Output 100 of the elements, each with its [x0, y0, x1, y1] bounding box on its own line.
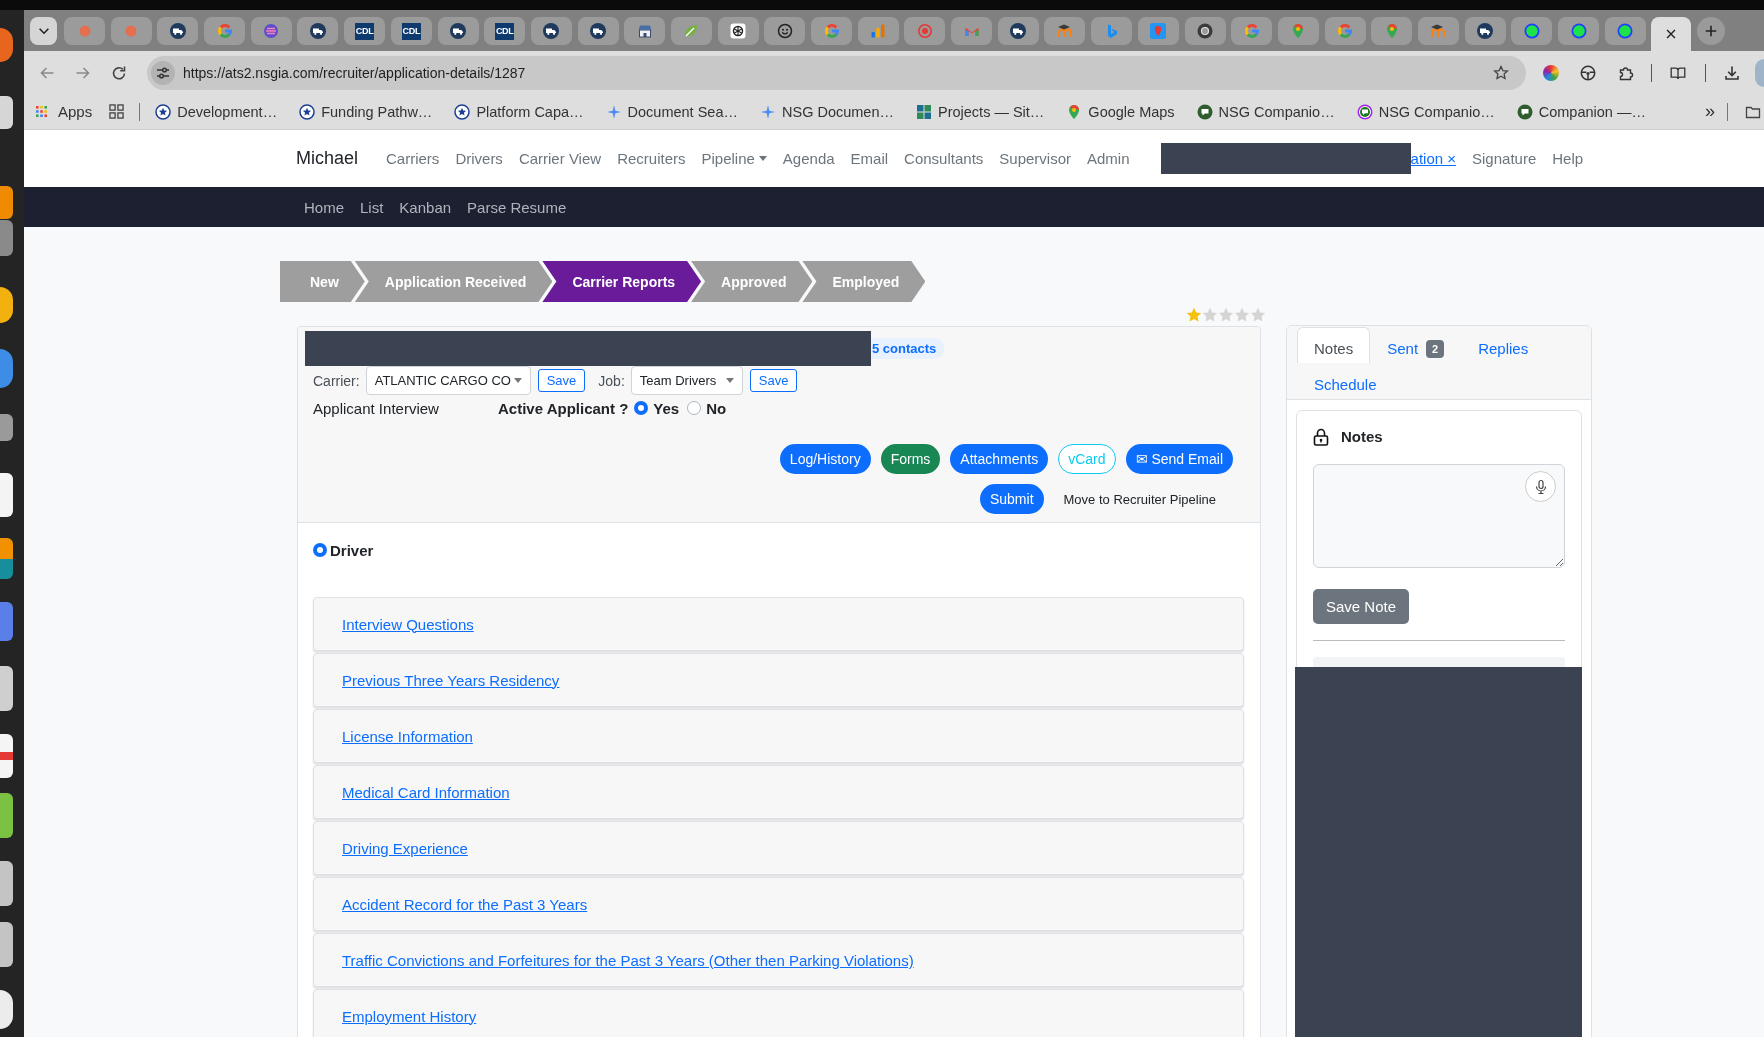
nav-link[interactable]: Supervisor: [991, 150, 1079, 167]
tab-search-button[interactable]: [30, 17, 57, 45]
browser-tab[interactable]: CDL: [344, 17, 386, 45]
browser-tab[interactable]: CDL: [390, 17, 432, 45]
tab-groups-icon[interactable]: [109, 104, 125, 119]
section-link[interactable]: Accident Record for the Past 3 Years: [342, 895, 588, 913]
app-icon[interactable]: [0, 734, 13, 778]
pipeline-step[interactable]: Carrier Reports: [542, 261, 702, 302]
star-rating[interactable]: [1186, 307, 1266, 323]
section-link[interactable]: Employment History: [342, 1007, 477, 1025]
save-button[interactable]: Save: [749, 369, 798, 392]
bookmark-link[interactable]: Development…: [155, 103, 278, 120]
app-icon[interactable]: [0, 287, 13, 323]
bookmark-link[interactable]: NSG Companio…: [1356, 103, 1495, 120]
move-to-pipeline-button[interactable]: Move to Recruiter Pipeline: [1046, 491, 1233, 507]
radio-button[interactable]: [687, 401, 702, 415]
app-icon[interactable]: [0, 414, 13, 441]
radio-label[interactable]: No: [706, 399, 727, 417]
app-icon[interactable]: [0, 473, 13, 517]
nav-link[interactable]: Parse Resume: [459, 198, 575, 216]
nav-link[interactable]: List: [352, 198, 392, 216]
star-icon[interactable]: [1234, 307, 1250, 323]
notes-field[interactable]: [1313, 464, 1565, 568]
submit-button[interactable]: Submit: [979, 484, 1044, 514]
nav-link[interactable]: Kanban: [391, 198, 460, 216]
bookmark-link[interactable]: NSG Documen…: [760, 103, 894, 120]
nav-dropdown[interactable]: Pipeline: [693, 150, 775, 167]
section-link[interactable]: Interview Questions: [342, 615, 474, 633]
job-select[interactable]: Team Drivers: [630, 366, 743, 395]
puzzle-icon[interactable]: [1618, 64, 1634, 81]
nav-link[interactable]: Agenda: [774, 150, 843, 167]
browser-tab[interactable]: [717, 17, 759, 45]
save-button[interactable]: Save: [537, 369, 586, 392]
panel-tab[interactable]: Notes: [1297, 327, 1371, 363]
nav-link[interactable]: Email: [842, 150, 897, 167]
section-link[interactable]: Previous Three Years Residency: [342, 671, 560, 689]
brand-name[interactable]: Michael: [296, 148, 359, 169]
site-settings-icon[interactable]: [151, 60, 175, 85]
nav-link[interactable]: Signature: [1464, 150, 1545, 167]
bookmark-link[interactable]: NSG Companio…: [1196, 103, 1335, 120]
star-icon[interactable]: [1202, 307, 1218, 323]
radio-button[interactable]: [313, 543, 327, 557]
address-bar[interactable]: https://ats2.nsgia.com/recruiter/application-details/1287: [147, 55, 1526, 90]
pipeline-step[interactable]: Employed: [802, 261, 926, 302]
panel-tab[interactable]: Schedule: [1297, 363, 1394, 399]
bookmark-link[interactable]: Document Sea…: [605, 103, 738, 120]
radio-label[interactable]: Driver: [330, 541, 374, 559]
pipeline-step[interactable]: Application Received: [354, 261, 553, 302]
app-icon[interactable]: [0, 538, 13, 579]
star-icon[interactable]: [1250, 307, 1266, 323]
download-icon[interactable]: [1724, 64, 1740, 81]
nav-link[interactable]: Carriers: [378, 150, 448, 167]
nav-link[interactable]: Drivers: [447, 150, 511, 167]
section-link[interactable]: License Information: [342, 727, 473, 745]
steering-wheel-icon[interactable]: [1580, 64, 1596, 81]
action-button[interactable]: ✉ Send Email: [1125, 444, 1233, 474]
bookmark-link[interactable]: Companion —…: [1516, 103, 1646, 120]
save-note-button[interactable]: Save Note: [1313, 589, 1410, 624]
reload-icon[interactable]: [111, 64, 127, 81]
bookmark-link[interactable]: Platform Capa…: [454, 103, 584, 120]
section-link[interactable]: Traffic Convictions and Forfeitures for the Past 3 Years (Other then Parking Violations): [342, 951, 914, 969]
new-tab-button[interactable]: [1697, 17, 1726, 45]
browser-tab[interactable]: [530, 17, 572, 45]
app-icon[interactable]: [0, 990, 13, 1029]
carrier-select[interactable]: ATLANTIC CARGO CO: [365, 366, 531, 395]
bookmark-link[interactable]: Funding Pathw…: [299, 103, 433, 120]
app-icon[interactable]: [0, 186, 13, 219]
section-link[interactable]: Medical Card Information: [342, 783, 510, 801]
star-icon[interactable]: [1186, 307, 1202, 323]
apps-link[interactable]: Apps: [36, 103, 93, 120]
browser-tab[interactable]: [577, 17, 619, 45]
panel-tab[interactable]: Replies: [1461, 327, 1546, 363]
bookmark-link[interactable]: Projects — Sit…: [916, 103, 1045, 120]
action-button[interactable]: Forms: [880, 444, 941, 474]
browser-tab[interactable]: [437, 17, 479, 45]
nav-link[interactable]: Recruiters: [609, 150, 694, 167]
browser-tab[interactable]: CDL: [484, 17, 526, 45]
bookmark-link[interactable]: Google Maps: [1066, 103, 1175, 120]
bookmark-star-icon[interactable]: [1493, 64, 1509, 81]
nav-link[interactable]: Help: [1544, 150, 1592, 167]
panel-tab[interactable]: Sent 2: [1370, 327, 1462, 363]
nav-link[interactable]: Home: [296, 198, 352, 216]
action-button[interactable]: Log/History: [779, 444, 871, 474]
pipeline-step[interactable]: Approved: [691, 261, 813, 302]
browser-tab[interactable]: [1184, 17, 1226, 45]
section-link[interactable]: Driving Experience: [342, 839, 468, 857]
nav-link[interactable]: Admin: [1079, 150, 1138, 167]
browser-tab[interactable]: [1464, 17, 1506, 45]
star-icon[interactable]: [1218, 307, 1234, 323]
nav-link[interactable]: ation ×: [1410, 150, 1464, 167]
pipeline-step[interactable]: New: [280, 261, 365, 302]
app-icon[interactable]: [0, 96, 13, 129]
browser-tab[interactable]: [997, 17, 1039, 45]
action-button[interactable]: Attachments: [950, 444, 1049, 474]
nav-link[interactable]: Carrier View: [510, 150, 610, 167]
nav-link[interactable]: Consultants: [896, 150, 992, 167]
more-bookmarks-button[interactable]: »: [1705, 101, 1715, 122]
browser-tab[interactable]: [764, 17, 806, 45]
color-wheel-icon[interactable]: [1543, 64, 1559, 81]
radio-label[interactable]: Yes: [653, 399, 680, 417]
